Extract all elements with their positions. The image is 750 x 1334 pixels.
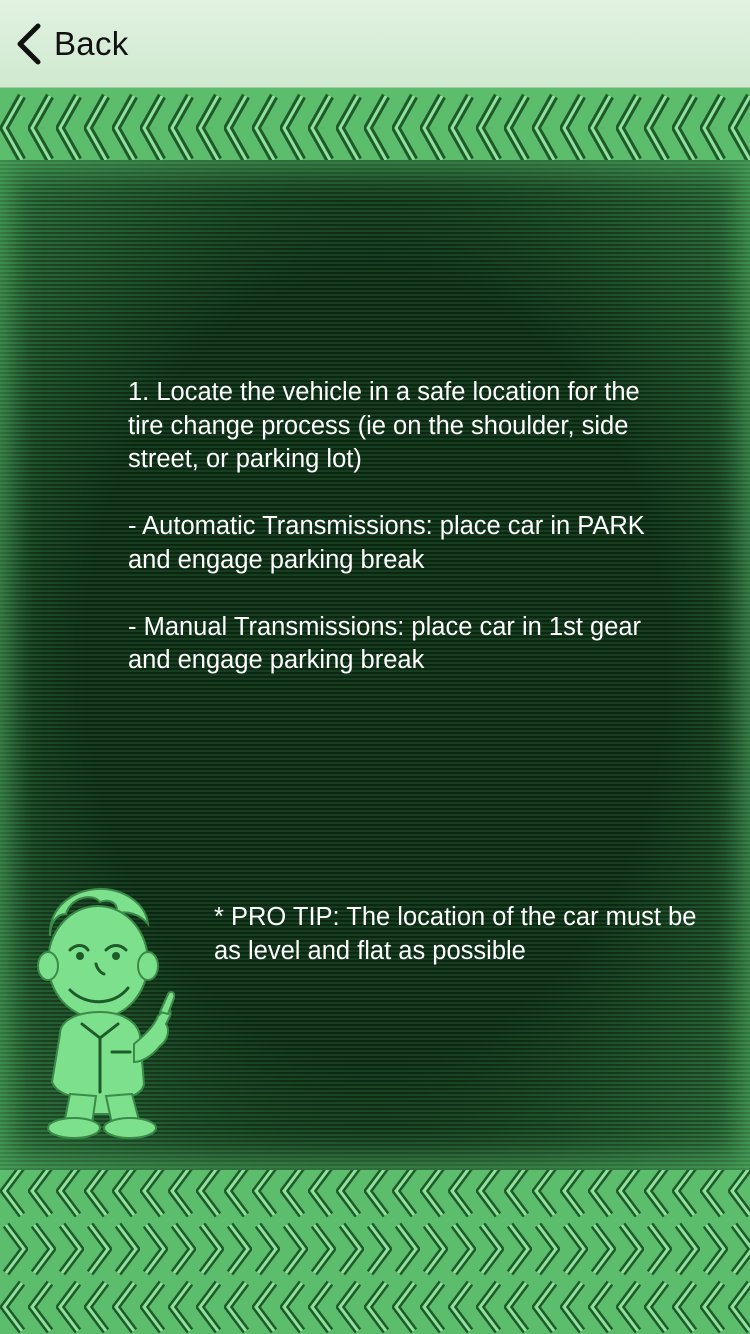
back-button[interactable]: Back (14, 20, 129, 68)
navigation-bar: Back (0, 0, 750, 88)
mechanic-mascot-icon (37, 887, 175, 1139)
tire-tread-bottom (0, 1162, 750, 1334)
back-label: Back (54, 25, 129, 62)
step-text: 1. Locate the vehicle in a safe location… (128, 378, 640, 473)
chevron-left-icon (17, 23, 41, 65)
tire-tread-top (0, 88, 750, 168)
automatic-transmission-text: - Automatic Transmissions: place car in … (128, 512, 645, 574)
manual-transmission-text: - Manual Transmissions: place car in 1st… (128, 612, 642, 675)
pro-tip-text: * PRO TIP: The location of the car must … (214, 903, 697, 965)
instructions: 1. Locate the vehicle in a safe location… (128, 376, 648, 711)
